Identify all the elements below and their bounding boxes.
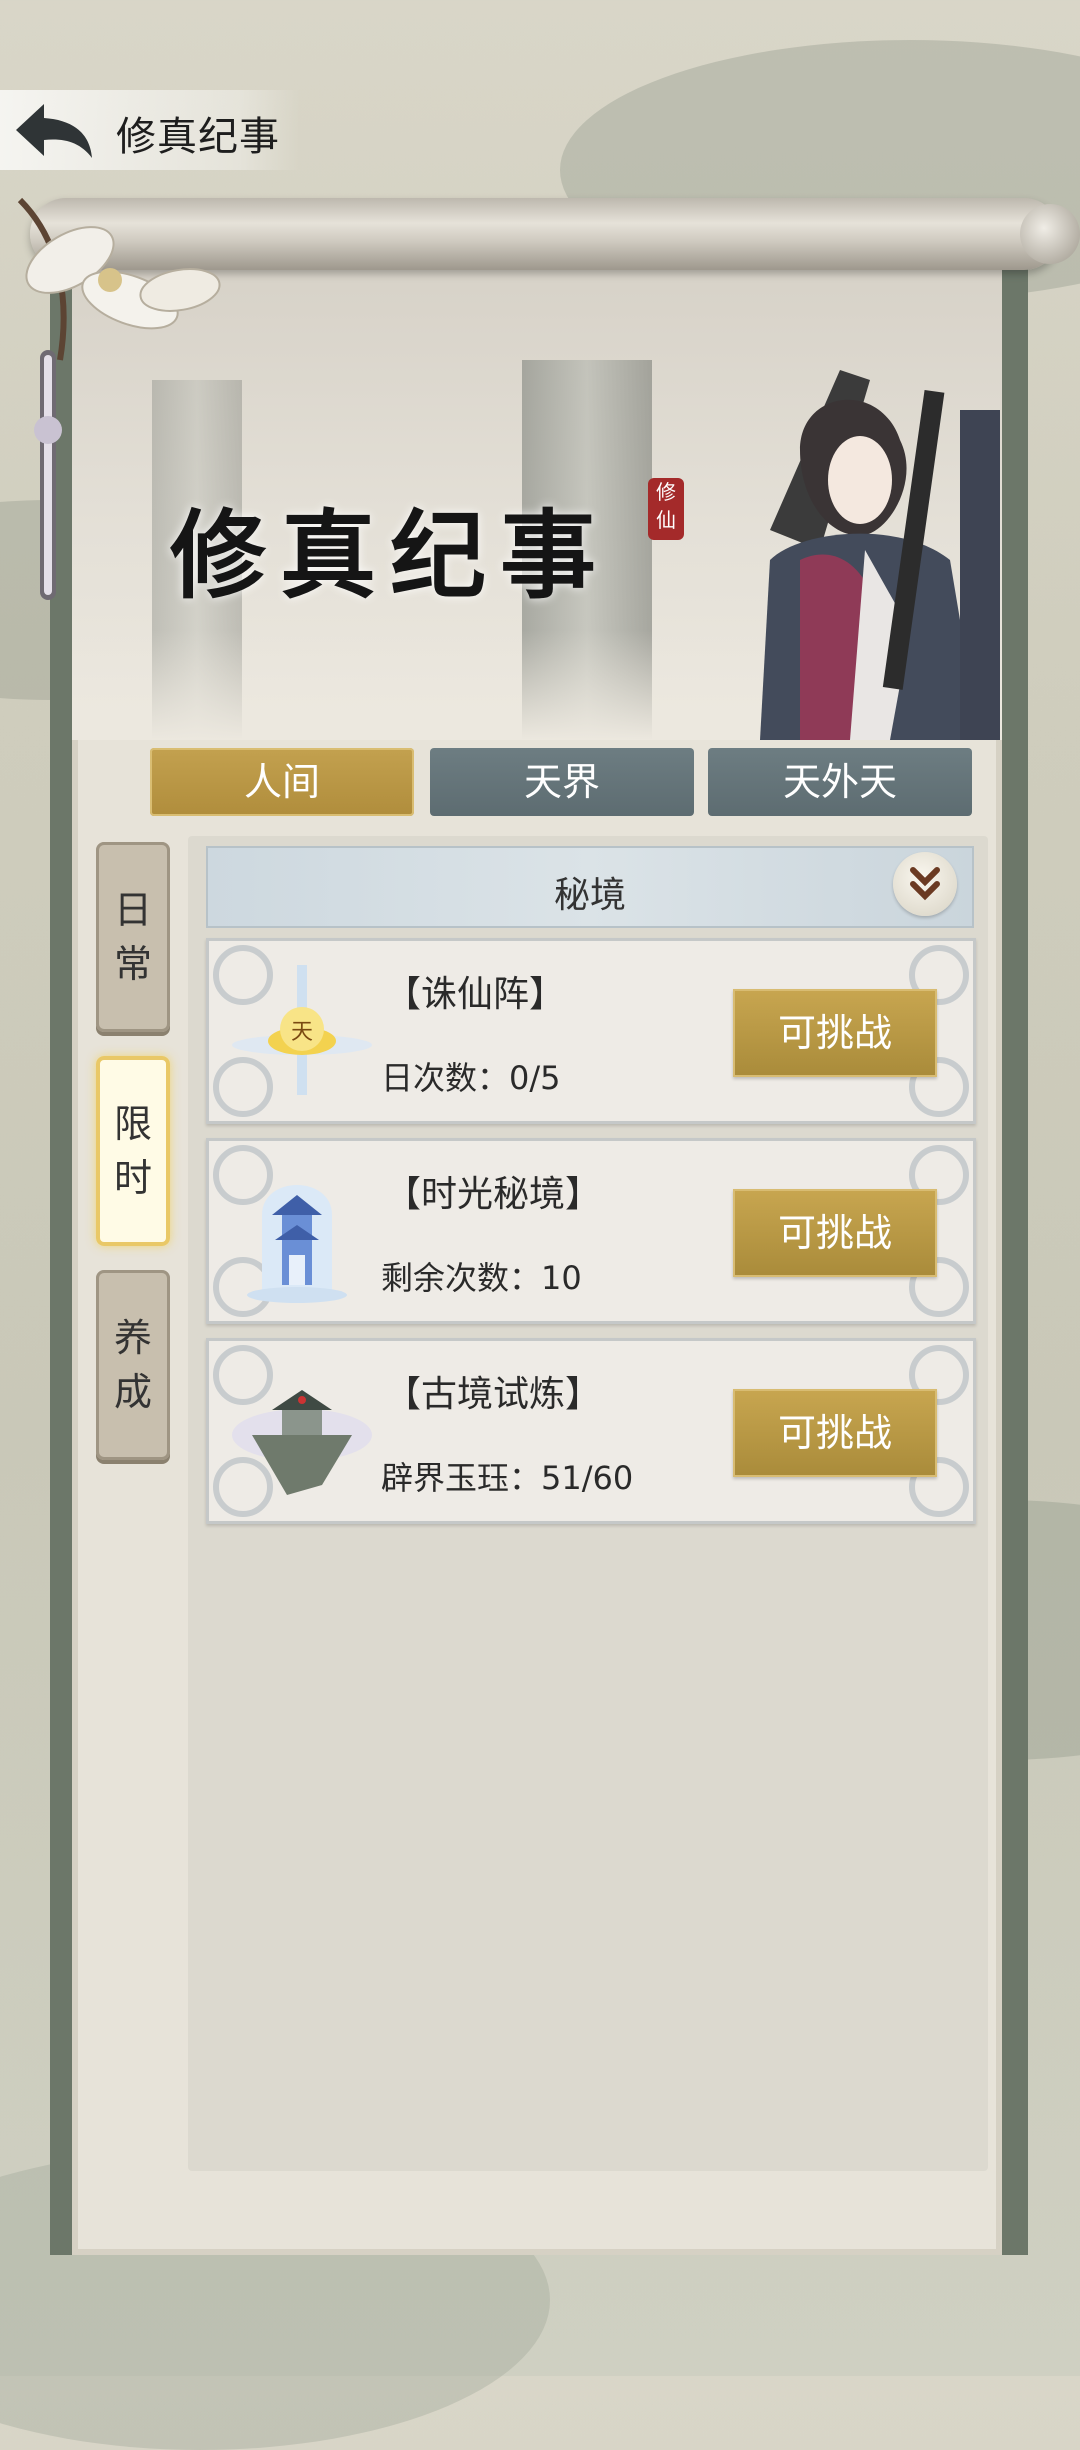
- side-tab-char: 时: [113, 1156, 152, 1200]
- card-info: 日次数：0/5: [381, 1059, 561, 1097]
- back-arrow-icon: [16, 104, 92, 158]
- tab-renjian[interactable]: 人间: [150, 748, 414, 816]
- card-title: 【时光秘境】: [385, 1174, 602, 1215]
- side-tab-char: 养: [113, 1316, 152, 1360]
- card-title: 【诛仙阵】: [385, 974, 566, 1015]
- side-tab-char: 限: [113, 1102, 152, 1146]
- challenge-button[interactable]: 可挑战: [733, 1389, 937, 1477]
- tab-tianwaitian[interactable]: 天外天: [708, 748, 972, 816]
- challenge-button[interactable]: 可挑战: [733, 989, 937, 1077]
- zhuxian-formation-icon: 天: [232, 965, 372, 1095]
- back-button[interactable]: [10, 98, 98, 164]
- card-info: 剩余次数：10: [381, 1259, 582, 1297]
- side-tab-limited[interactable]: 限 时: [96, 1056, 170, 1246]
- section-label: 秘境: [553, 875, 626, 916]
- formation-icon-char: 天: [291, 1020, 313, 1045]
- challenge-button[interactable]: 可挑战: [733, 1189, 937, 1277]
- section-header[interactable]: 秘境: [206, 846, 974, 928]
- character-illustration: [760, 370, 1000, 740]
- side-tab-daily[interactable]: 日 常: [96, 842, 170, 1032]
- side-tab-char: 成: [113, 1370, 152, 1414]
- side-tab-char: 日: [113, 888, 152, 932]
- double-chevron-down-icon: [910, 867, 940, 901]
- collapse-button[interactable]: [893, 852, 957, 916]
- list-item: 【古境试炼】 辟界玉珏：51/60 可挑战: [206, 1338, 976, 1524]
- card-title: 【古境试炼】: [385, 1374, 602, 1415]
- list-item: 【时光秘境】 剩余次数：10 可挑战: [206, 1138, 976, 1324]
- side-tab-cultivate[interactable]: 养 成: [96, 1270, 170, 1460]
- side-tab-char: 常: [113, 942, 152, 986]
- page-title: 修真纪事: [116, 114, 280, 160]
- banner-title: 修真纪事: [170, 499, 610, 612]
- time-realm-tower-icon: [247, 1185, 347, 1303]
- tab-tianjie[interactable]: 天界: [430, 748, 694, 816]
- seal-stamp: 修仙: [648, 478, 684, 540]
- list-item: 天 【诛仙阵】 日次数：0/5 可挑战: [206, 938, 976, 1124]
- ancient-realm-island-icon: [232, 1390, 372, 1495]
- card-info: 辟界玉珏：51/60: [381, 1459, 634, 1497]
- scroll-rod-end: [1020, 204, 1080, 264]
